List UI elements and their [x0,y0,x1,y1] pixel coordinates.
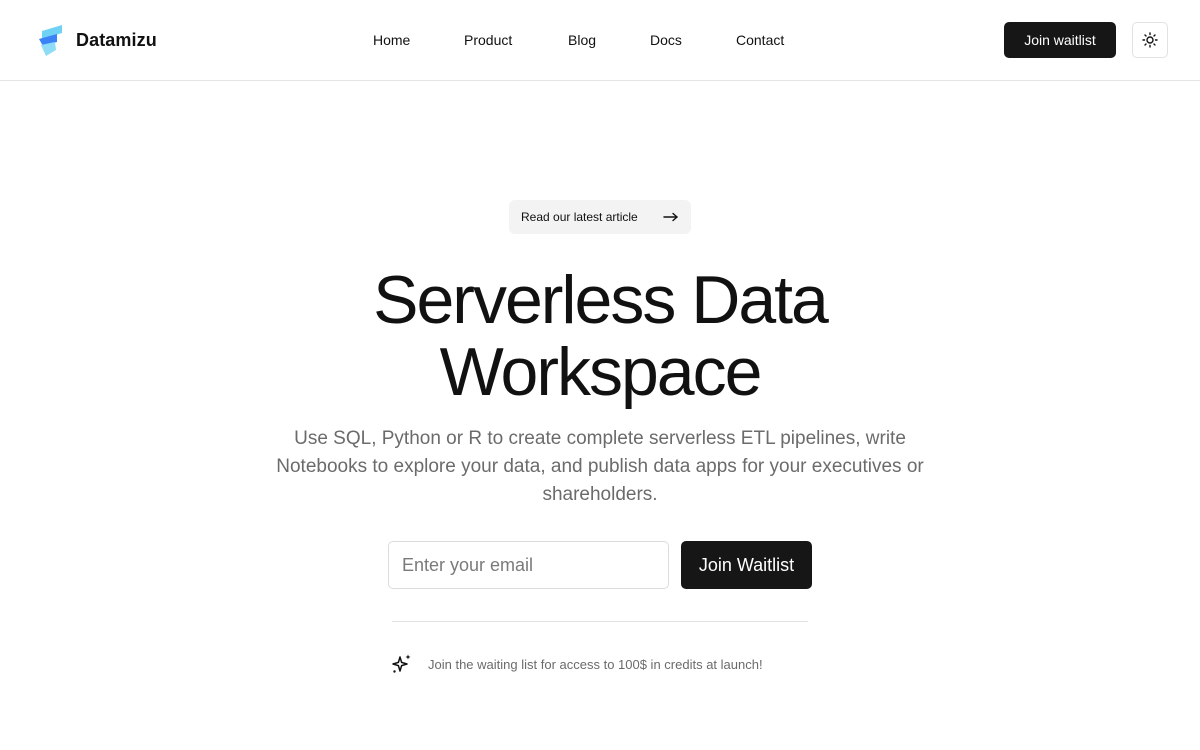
nav-product[interactable]: Product [464,31,512,49]
hero-subtitle: Use SQL, Python or R to create complete … [276,428,924,505]
credits-note-text: Join the waiting list for access to 100$… [428,656,763,672]
site-header: Datamizu Home Product Blog Docs Contact … [0,0,1200,81]
hero-title-line-1: Serverless Data [373,262,829,338]
nav-contact[interactable]: Contact [736,31,784,49]
divider [392,621,808,622]
latest-article-label: Read our latest article [521,210,638,224]
email-input[interactable] [388,541,669,589]
latest-article-link[interactable]: Read our latest article [509,200,691,234]
hero-title: Serverless Data Workspace [0,264,1200,408]
hero-title-line-2: Workspace [439,334,763,410]
sparkles-icon [392,654,411,673]
theme-toggle-button[interactable] [1132,22,1168,58]
join-waitlist-button[interactable]: Join Waitlist [681,541,812,589]
nav-docs[interactable]: Docs [650,31,682,49]
header-join-waitlist-button[interactable]: Join waitlist [1004,22,1116,58]
nav-blog[interactable]: Blog [568,31,596,49]
credits-note: Join the waiting list for access to 100$… [390,652,820,676]
nav-home[interactable]: Home [373,31,410,49]
arrow-right-icon [663,212,678,222]
sun-icon [1142,32,1158,48]
